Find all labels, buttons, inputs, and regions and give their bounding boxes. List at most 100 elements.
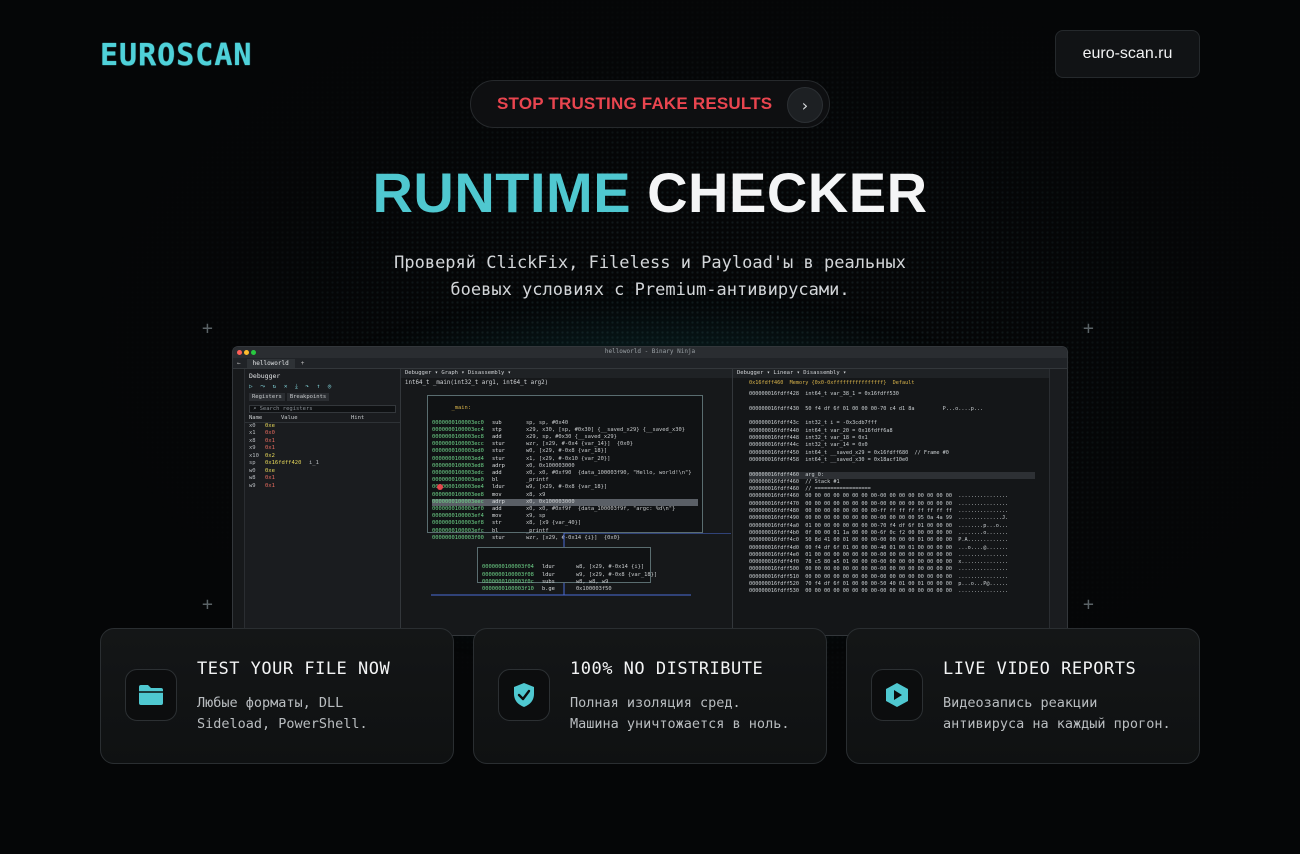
tab-registers: Registers bbox=[249, 393, 285, 401]
instruction-operands: x8, [x9 {var_40}] bbox=[525, 520, 582, 527]
memory-line: 000000016fdff428 int64_t var_38_1 = 0x16… bbox=[749, 391, 899, 398]
card-test-file[interactable]: TEST YOUR FILE NOW Любые форматы, DLL Si… bbox=[100, 628, 454, 764]
memory-line bbox=[749, 413, 1035, 420]
instruction-operands: x0, 0x100003000 bbox=[525, 462, 575, 469]
instruction-operands: w0, [x29, #-0x8 {var_18}] bbox=[525, 448, 608, 455]
add-tab-icon: + bbox=[300, 359, 305, 367]
instruction-operands: wzr, [x29, #-0x4 {var_14}] {0x0} bbox=[525, 441, 634, 448]
instruction-address: 0000000100003ee0 bbox=[432, 477, 484, 484]
memory-line: 000000016fdff460 // ================== bbox=[749, 486, 871, 493]
window-title: helloworld - Binary Ninja bbox=[604, 348, 696, 355]
col-hint: Hint bbox=[351, 415, 365, 421]
card-line-1: Видеозапись реакции bbox=[943, 695, 1098, 711]
chevron-right-icon[interactable]: › bbox=[787, 87, 823, 123]
register-hint: i_1 bbox=[309, 460, 319, 466]
instruction-mnemonic: stp bbox=[491, 426, 502, 433]
instruction-address: 0000000100003ef0 bbox=[432, 506, 484, 513]
euroscan-logo[interactable]: EUROSCAN bbox=[100, 38, 253, 73]
instruction-mnemonic: stur bbox=[491, 441, 505, 448]
register-name: w0 bbox=[249, 467, 256, 474]
card-text: Видеозапись реакции антивируса на каждый… bbox=[943, 693, 1193, 735]
hero-subtitle: Проверяй ClickFix, Fileless и Payload'ы … bbox=[300, 250, 1000, 304]
instruction-line: 0000000100003ed0 stur w0, [x29, #-0x8 {var… bbox=[432, 448, 698, 455]
memory-line: 000000016fdff530 00 00 00 00 00 00 00 00… bbox=[749, 588, 1009, 595]
instruction-operands: _printf bbox=[525, 477, 549, 484]
instruction-operands: x9, sp bbox=[525, 513, 546, 520]
instruction-line: 0000000100003ed8 adrp x0, 0x100003000 bbox=[432, 463, 698, 470]
memory-line: 000000016fdff4a0 01 00 00 00 00 00 00 00… bbox=[749, 522, 1009, 529]
memory-line: 000000016fdff430 50 f4 df 6f 01 00 00 00… bbox=[749, 405, 984, 412]
instruction-address: 0000000100003ef4 bbox=[432, 513, 484, 520]
memory-line: 000000016fdff4c0 50 8d 41 00 01 00 00 00… bbox=[749, 537, 1009, 544]
tab-breakpoints: Breakpoints bbox=[286, 393, 330, 401]
domain-button[interactable]: euro-scan.ru bbox=[1055, 30, 1200, 78]
instruction-address: 0000000100003ecc bbox=[432, 441, 484, 448]
graph-pane-header: Debugger ▾ Graph ▾ Disassembly ▾ bbox=[401, 369, 732, 378]
instruction-mnemonic: adrp bbox=[491, 462, 505, 469]
memory-line: 000000016fdff4e0 01 00 00 00 00 00 00 00… bbox=[749, 551, 1009, 558]
memory-pane-header: Debugger ▾ Linear ▾ Disassembly ▾ bbox=[733, 369, 1051, 378]
debugger-panel: Debugger ▷ ⤳ ↻ ✕ ⤓ ↷ ↑ ◎ Registers Break… bbox=[245, 369, 401, 635]
register-name: w8 bbox=[249, 475, 256, 481]
card-text: Полная изоляция сред. Машина уничтожаетс… bbox=[570, 693, 820, 735]
instruction-address: 0000000100003ec8 bbox=[432, 434, 484, 441]
memory-line: 000000016fdff500 00 00 00 00 00 00 00 00… bbox=[749, 566, 1009, 573]
memory-range-line: 0x16fdff460 Memory {0x0-0xffffffffffffff… bbox=[749, 380, 915, 386]
instruction-address: 0000000100003ef8 bbox=[432, 520, 484, 527]
register-value: 0x1 bbox=[265, 445, 275, 451]
card-no-distribute[interactable]: 100% NO DISTRIBUTE Полная изоляция сред.… bbox=[473, 628, 827, 764]
instruction-operands: w9, [x29, #-0x8 {var_18}] bbox=[525, 484, 608, 491]
memory-line: 000000016fdff4f0 78 c5 80 e5 01 00 00 00… bbox=[749, 559, 1009, 566]
instruction-mnemonic: add bbox=[491, 506, 502, 513]
instruction-mnemonic: mov bbox=[491, 513, 502, 520]
instruction-line: 0000000100003ec4 stp x29, x30, [sp, #0x30]… bbox=[432, 427, 698, 434]
instruction-line: 0000000100003edc add x0, x0, #0xf90 {data_… bbox=[432, 470, 698, 477]
register-value: 0x1 bbox=[265, 475, 275, 481]
register-name: x9 bbox=[249, 445, 256, 451]
instruction-mnemonic: stur bbox=[491, 455, 505, 462]
breakpoint-icon bbox=[437, 484, 443, 490]
register-row: w8 0x1 bbox=[245, 475, 400, 483]
play-icon bbox=[871, 669, 923, 721]
memory-line: 000000016fdff4b0 0f 00 00 01 1a 00 00 00… bbox=[749, 529, 1009, 536]
instruction-operands: x0, 0x100003000 bbox=[525, 498, 575, 505]
instruction-operands: x0, x0, #0xf9f {data_100003f9f, "argc: %… bbox=[525, 506, 676, 513]
plus-decoration-icon: + bbox=[1083, 594, 1094, 615]
memory-line: 000000016fdff480 00 00 00 00 00 00 00 00… bbox=[749, 508, 1009, 515]
window-tabbar: ← helloworld + bbox=[233, 358, 1067, 369]
register-row: x10 0x2 bbox=[245, 453, 400, 461]
card-video-reports[interactable]: LIVE VIDEO REPORTS Видеозапись реакции а… bbox=[846, 628, 1200, 764]
instruction-line: 0000000100003ee4 ldur w9, [x29, #-0x8 {var… bbox=[432, 484, 698, 491]
hero-title-checker: CHECKER bbox=[647, 161, 928, 224]
folder-icon bbox=[125, 669, 177, 721]
debugger-toolbar-icons: ▷ ⤳ ↻ ✕ ⤓ ↷ ↑ ◎ bbox=[249, 383, 334, 390]
instruction-address: 0000000100003ec4 bbox=[432, 426, 484, 433]
instruction-address: 0000000100003edc bbox=[432, 470, 484, 477]
shield-check-icon bbox=[498, 669, 550, 721]
memory-line bbox=[749, 464, 1035, 471]
card-text: Любые форматы, DLL Sideload, PowerShell. bbox=[197, 693, 447, 735]
instruction-mnemonic: adrp bbox=[491, 498, 505, 505]
memory-line: 000000016fdff470 00 00 00 00 00 00 00 00… bbox=[749, 500, 1009, 507]
stop-trusting-banner[interactable]: STOP TRUSTING FAKE RESULTS › bbox=[470, 80, 830, 128]
instruction-operands: x1, [x29, #-0x10 {var_20}] bbox=[525, 455, 611, 462]
register-name: sp bbox=[249, 460, 256, 466]
instruction-line: 0000000100003ef8 str x8, [x9 {var_40}] bbox=[432, 520, 698, 527]
memory-line: 000000016fdff460 00 00 00 00 00 00 00 00… bbox=[749, 493, 1009, 500]
instruction-line: 0000000100003ef0 add x0, x0, #0xf9f {data_… bbox=[432, 506, 698, 513]
instruction-address: 0000000100003ed0 bbox=[432, 448, 484, 455]
memory-line: 000000016fdff43c int32_t i = -0x3cdb7fff bbox=[749, 420, 878, 427]
register-row: x8 0x1 bbox=[245, 438, 400, 446]
card-title: 100% NO DISTRIBUTE bbox=[570, 659, 764, 679]
register-name: w9 bbox=[249, 482, 256, 489]
function-signature: int64_t _main(int32_t arg1, int64_t arg2… bbox=[405, 380, 549, 386]
instruction-line: 0000000100003ecc stur wzr, [x29, #-0x4 {va… bbox=[432, 441, 698, 448]
banner-text: STOP TRUSTING FAKE RESULTS bbox=[497, 94, 773, 113]
instruction-line: 0000000100003ef4 mov x9, sp bbox=[432, 513, 698, 520]
register-value: 0x1 bbox=[265, 437, 275, 444]
register-value: 0xe bbox=[265, 422, 275, 429]
memory-line bbox=[749, 399, 1035, 406]
register-row: sp 0x16fdff420 i_1 bbox=[245, 460, 400, 468]
search-placeholder: Search registers bbox=[259, 406, 313, 412]
back-arrow-icon: ← bbox=[237, 359, 241, 367]
